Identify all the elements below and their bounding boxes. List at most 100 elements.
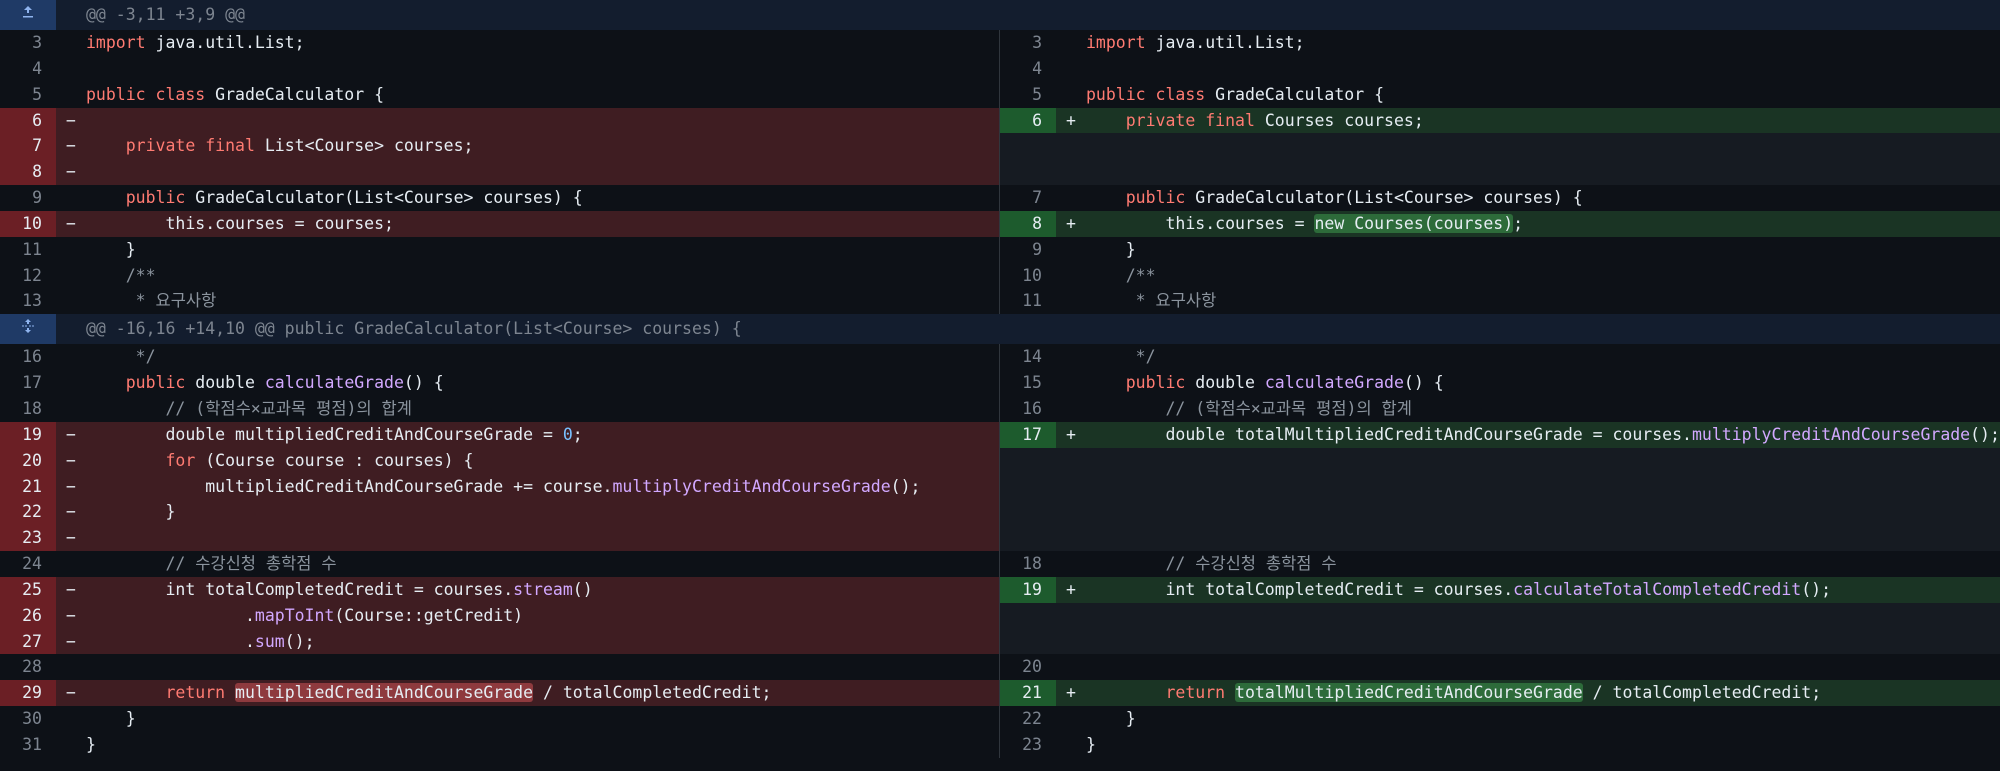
line-number[interactable]: 17: [0, 370, 56, 396]
line-number[interactable]: 30: [0, 706, 56, 732]
line-number[interactable]: 13: [0, 288, 56, 314]
code-line: this.courses = courses;: [86, 210, 999, 237]
line-number[interactable]: 3: [1000, 30, 1056, 56]
context-marker: [1056, 82, 1086, 108]
line-number[interactable]: 12: [0, 263, 56, 289]
added-marker: +: [1056, 421, 1086, 448]
line-number[interactable]: 16: [1000, 396, 1056, 422]
line-number[interactable]: 18: [0, 396, 56, 422]
line-number[interactable]: 24: [0, 551, 56, 577]
line-number[interactable]: [1000, 159, 1056, 186]
hunk-header: @@ -3,11 +3,9 @@: [0, 0, 2000, 30]
line-number[interactable]: 8: [1000, 210, 1056, 237]
removed-marker: −: [56, 447, 86, 474]
line-number[interactable]: [1000, 525, 1056, 552]
line-number[interactable]: 6: [1000, 107, 1056, 134]
line-number[interactable]: [1000, 473, 1056, 500]
code-token: }: [1086, 239, 1136, 259]
code-token: }: [1086, 709, 1136, 729]
context-marker: [1056, 396, 1086, 422]
line-number[interactable]: 27: [0, 628, 56, 655]
code-line: int totalCompletedCredit = courses.calcu…: [1086, 576, 2000, 603]
old-side: 17 public double calculateGrade() {: [0, 370, 1000, 396]
line-number[interactable]: 5: [0, 82, 56, 108]
line-number[interactable]: 17: [1000, 421, 1056, 448]
code-line: return multipliedCreditAndCourseGrade / …: [86, 680, 999, 707]
code-token: private final: [125, 136, 265, 156]
line-number[interactable]: 8: [0, 159, 56, 186]
context-marker: [56, 706, 86, 732]
line-number[interactable]: 7: [1000, 185, 1056, 211]
code-token: // (학점수×교과목 평점)의 합계: [1086, 398, 1412, 418]
line-number[interactable]: 16: [0, 344, 56, 370]
line-number[interactable]: 14: [1000, 344, 1056, 370]
line-number[interactable]: 4: [1000, 56, 1056, 82]
line-number[interactable]: [1000, 133, 1056, 160]
code-line: .sum();: [86, 628, 999, 655]
code-token: totalMultipliedCreditAndCourseGrade: [1235, 683, 1583, 703]
line-number[interactable]: [1000, 628, 1056, 655]
old-side: 8−: [0, 159, 1000, 186]
line-number[interactable]: 6: [0, 107, 56, 134]
code-line: [1086, 525, 2000, 552]
code-token: calculateTotalCompletedCredit: [1513, 579, 1802, 599]
code-line: .mapToInt(Course::getCredit): [86, 602, 999, 629]
code-token: .: [86, 631, 255, 651]
line-number[interactable]: 18: [1000, 551, 1056, 577]
code-token: // 수강신청 총학점 수: [86, 554, 337, 574]
line-number[interactable]: 22: [1000, 706, 1056, 732]
line-number[interactable]: 11: [0, 237, 56, 263]
line-number[interactable]: 28: [0, 654, 56, 680]
new-side: [1000, 133, 2000, 160]
line-number[interactable]: 19: [1000, 576, 1056, 603]
code-token: multiplyCreditAndCourseGrade: [612, 476, 891, 496]
line-number[interactable]: 20: [1000, 654, 1056, 680]
line-number[interactable]: 15: [1000, 370, 1056, 396]
line-number[interactable]: 9: [0, 185, 56, 211]
context-marker: [1056, 706, 1086, 732]
code-token: this.courses =: [1086, 213, 1315, 233]
line-number[interactable]: 3: [0, 30, 56, 56]
line-number[interactable]: [1000, 499, 1056, 526]
code-token: java.util.List;: [1155, 33, 1305, 52]
code-token: double totalMultipliedCreditAndCourseGra…: [1086, 424, 1692, 444]
line-number[interactable]: 20: [0, 447, 56, 474]
expand-both-button[interactable]: [0, 314, 56, 345]
line-number[interactable]: 26: [0, 602, 56, 629]
new-side: 19 + int totalCompletedCredit = courses.c…: [1000, 576, 2000, 603]
line-number[interactable]: 10: [1000, 263, 1056, 289]
diff-row: 27− .sum();: [0, 628, 2000, 655]
line-number[interactable]: 10: [0, 210, 56, 237]
line-number[interactable]: 21: [1000, 680, 1056, 707]
code-token: java.util.List;: [155, 33, 305, 52]
line-number[interactable]: 23: [1000, 732, 1056, 758]
line-number[interactable]: 9: [1000, 237, 1056, 263]
context-marker: [1056, 370, 1086, 396]
removed-marker: −: [56, 107, 86, 134]
line-number[interactable]: 11: [1000, 288, 1056, 314]
line-number[interactable]: [1000, 447, 1056, 474]
code-line: double multipliedCreditAndCourseGrade = …: [86, 421, 999, 448]
code-token: calculateGrade: [1264, 373, 1404, 393]
code-token: double: [195, 373, 265, 393]
new-side: 3 import java.util.List;: [1000, 30, 2000, 56]
line-number[interactable]: 22: [0, 499, 56, 526]
line-number[interactable]: 19: [0, 421, 56, 448]
removed-marker: −: [56, 499, 86, 526]
line-number[interactable]: 5: [1000, 82, 1056, 108]
line-number[interactable]: 21: [0, 473, 56, 500]
code-token: ();: [890, 476, 921, 496]
line-number[interactable]: [1000, 602, 1056, 629]
context-marker: [56, 370, 86, 396]
code-token: }: [86, 709, 136, 729]
context-marker: [56, 551, 86, 577]
expand-up-button[interactable]: [0, 0, 56, 30]
line-number[interactable]: 7: [0, 133, 56, 160]
context-marker: [56, 56, 86, 82]
line-number[interactable]: 29: [0, 680, 56, 707]
line-number[interactable]: 23: [0, 525, 56, 552]
line-number[interactable]: 4: [0, 56, 56, 82]
line-number[interactable]: 31: [0, 732, 56, 758]
line-number[interactable]: 25: [0, 576, 56, 603]
